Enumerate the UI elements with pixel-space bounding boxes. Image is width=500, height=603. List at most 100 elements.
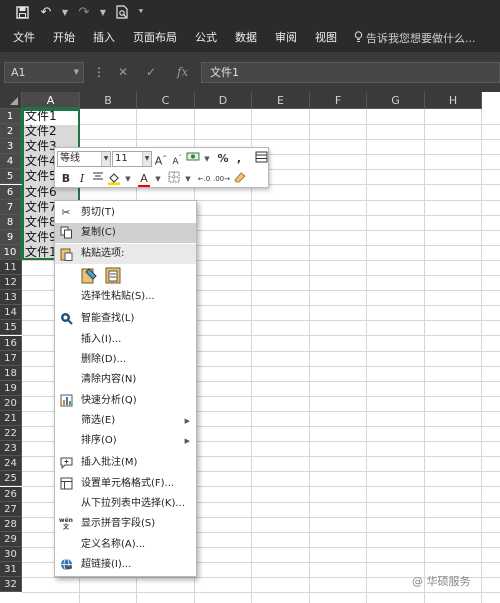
tab-file[interactable]: 文件 bbox=[0, 24, 44, 52]
row-header-23[interactable]: 23 bbox=[0, 441, 22, 456]
italic-icon[interactable]: I bbox=[75, 171, 89, 187]
column-header-b[interactable]: B bbox=[80, 92, 137, 109]
row-header-26[interactable]: 26 bbox=[0, 487, 22, 502]
column-header-c[interactable]: C bbox=[137, 92, 195, 109]
chevron-down-icon[interactable]: ▼ bbox=[181, 171, 195, 187]
format-painter-table-icon[interactable] bbox=[254, 151, 268, 167]
chevron-down-icon[interactable]: ▼ bbox=[121, 171, 135, 187]
name-box[interactable]: A1 ▼ bbox=[4, 62, 84, 83]
select-all-button[interactable] bbox=[0, 92, 22, 109]
menu-item-paste-special[interactable]: 选择性粘贴(S)... bbox=[55, 287, 196, 307]
row-header-19[interactable]: 19 bbox=[0, 381, 22, 396]
enter-icon[interactable]: ✓ bbox=[146, 62, 156, 83]
menu-item-filter[interactable]: 筛选(E) ▶ bbox=[55, 411, 196, 431]
percent-style-icon[interactable]: % bbox=[216, 151, 230, 167]
row-header-4[interactable]: 4 bbox=[0, 154, 22, 169]
tab-home[interactable]: 开始 bbox=[44, 24, 84, 52]
align-center-icon[interactable] bbox=[91, 171, 105, 187]
tab-review[interactable]: 审阅 bbox=[266, 24, 306, 52]
customize-toolbar-icon[interactable]: ⯆ bbox=[136, 7, 146, 17]
menu-item-insert-comment[interactable]: 插入批注(M) bbox=[55, 453, 196, 473]
tab-data[interactable]: 数据 bbox=[226, 24, 266, 52]
row-header-16[interactable]: 16 bbox=[0, 336, 22, 351]
row-header-15[interactable]: 15 bbox=[0, 320, 22, 335]
tab-insert[interactable]: 插入 bbox=[84, 24, 124, 52]
row-header-13[interactable]: 13 bbox=[0, 290, 22, 305]
row-header-28[interactable]: 28 bbox=[0, 517, 22, 532]
row-header-24[interactable]: 24 bbox=[0, 456, 22, 471]
chevron-down-icon[interactable]: ▼ bbox=[74, 63, 79, 82]
menu-item-insert[interactable]: 插入(I)... bbox=[55, 330, 196, 350]
formula-input[interactable]: 文件1 bbox=[201, 62, 500, 83]
row-header-6[interactable]: 6 bbox=[0, 185, 22, 200]
row-header-18[interactable]: 18 bbox=[0, 366, 22, 381]
decrease-font-size-icon[interactable]: Aˇ bbox=[170, 151, 184, 167]
menu-item-cut[interactable]: ✂ 剪切(T) bbox=[55, 203, 196, 223]
menu-item-smart-lookup[interactable]: 智能查找(L) bbox=[55, 309, 196, 329]
row-header-1[interactable]: 1 bbox=[0, 109, 22, 124]
tell-me-search[interactable]: 告诉我您想要做什么... bbox=[354, 30, 476, 46]
row-header-30[interactable]: 30 bbox=[0, 547, 22, 562]
tab-page-layout[interactable]: 页面布局 bbox=[124, 24, 186, 52]
undo-dropdown-icon[interactable]: ▼ bbox=[60, 8, 70, 17]
insert-function-icon[interactable]: fx bbox=[177, 62, 188, 83]
column-header-e[interactable]: E bbox=[252, 92, 310, 109]
column-header-h[interactable]: H bbox=[425, 92, 482, 109]
menu-item-quick-analysis[interactable]: 快速分析(Q) bbox=[55, 391, 196, 411]
cancel-icon[interactable]: ✕ bbox=[118, 62, 128, 83]
menu-item-sort[interactable]: 排序(O) ▶ bbox=[55, 431, 196, 451]
menu-item-clear-contents[interactable]: 清除内容(N) bbox=[55, 370, 196, 390]
fill-color-icon[interactable] bbox=[107, 171, 121, 187]
redo-dropdown-icon[interactable]: ▼ bbox=[98, 8, 108, 17]
row-header-5[interactable]: 5 bbox=[0, 169, 22, 184]
paste-formatting-icon[interactable] bbox=[79, 266, 99, 286]
menu-item-copy[interactable]: 复制(C) bbox=[55, 223, 196, 243]
borders-icon[interactable] bbox=[167, 171, 181, 187]
more-options-icon[interactable]: ⋮ bbox=[93, 62, 105, 83]
increase-font-size-icon[interactable]: A^ bbox=[154, 151, 168, 168]
row-header-32[interactable]: 32 bbox=[0, 577, 22, 592]
row-header-12[interactable]: 12 bbox=[0, 275, 22, 290]
menu-item-pick-from-list[interactable]: 从下拉列表中选择(K)... bbox=[55, 494, 196, 514]
column-header-g[interactable]: G bbox=[367, 92, 425, 109]
bold-icon[interactable]: B bbox=[59, 171, 73, 187]
row-header-17[interactable]: 17 bbox=[0, 351, 22, 366]
column-header-d[interactable]: D bbox=[195, 92, 252, 109]
row-header-31[interactable]: 31 bbox=[0, 562, 22, 577]
paste-values-icon[interactable] bbox=[103, 266, 123, 286]
column-header-f[interactable]: F bbox=[310, 92, 367, 109]
row-header-7[interactable]: 7 bbox=[0, 200, 22, 215]
row-header-27[interactable]: 27 bbox=[0, 502, 22, 517]
row-header-22[interactable]: 22 bbox=[0, 426, 22, 441]
row-header-25[interactable]: 25 bbox=[0, 471, 22, 486]
row-header-3[interactable]: 3 bbox=[0, 139, 22, 154]
chevron-down-icon[interactable]: ▼ bbox=[101, 152, 110, 166]
row-header-29[interactable]: 29 bbox=[0, 532, 22, 547]
row-header-14[interactable]: 14 bbox=[0, 305, 22, 320]
chevron-down-icon[interactable]: ▼ bbox=[151, 171, 165, 187]
tab-formulas[interactable]: 公式 bbox=[186, 24, 226, 52]
chevron-down-icon[interactable]: ▼ bbox=[142, 152, 151, 166]
print-preview-icon[interactable] bbox=[112, 2, 132, 22]
row-header-10[interactable]: 10 bbox=[0, 245, 22, 260]
decrease-decimal-icon[interactable]: .00→ bbox=[213, 171, 230, 187]
row-header-2[interactable]: 2 bbox=[0, 124, 22, 139]
row-header-20[interactable]: 20 bbox=[0, 396, 22, 411]
row-header-11[interactable]: 11 bbox=[0, 260, 22, 275]
menu-item-hyperlink[interactable]: 超链接(I)... bbox=[55, 555, 196, 575]
save-icon[interactable] bbox=[12, 2, 32, 22]
menu-item-delete[interactable]: 删除(D)... bbox=[55, 350, 196, 370]
increase-decimal-icon[interactable]: ←.0 bbox=[197, 171, 211, 187]
menu-item-define-name[interactable]: 定义名称(A)... bbox=[55, 535, 196, 555]
font-size-box[interactable]: 11 ▼ bbox=[112, 151, 152, 167]
row-header-21[interactable]: 21 bbox=[0, 411, 22, 426]
font-name-box[interactable]: 等线 ▼ bbox=[57, 151, 111, 167]
chevron-down-icon[interactable]: ▼ bbox=[200, 151, 214, 167]
undo-icon[interactable]: ↶ bbox=[36, 2, 56, 22]
row-header-8[interactable]: 8 bbox=[0, 215, 22, 230]
accounting-format-icon[interactable] bbox=[186, 151, 200, 167]
column-header-a[interactable]: A bbox=[22, 92, 80, 109]
font-color-icon[interactable]: A bbox=[137, 171, 151, 187]
redo-icon[interactable]: ↷ bbox=[74, 2, 94, 22]
menu-item-format-cells[interactable]: 设置单元格格式(F)... bbox=[55, 474, 196, 494]
